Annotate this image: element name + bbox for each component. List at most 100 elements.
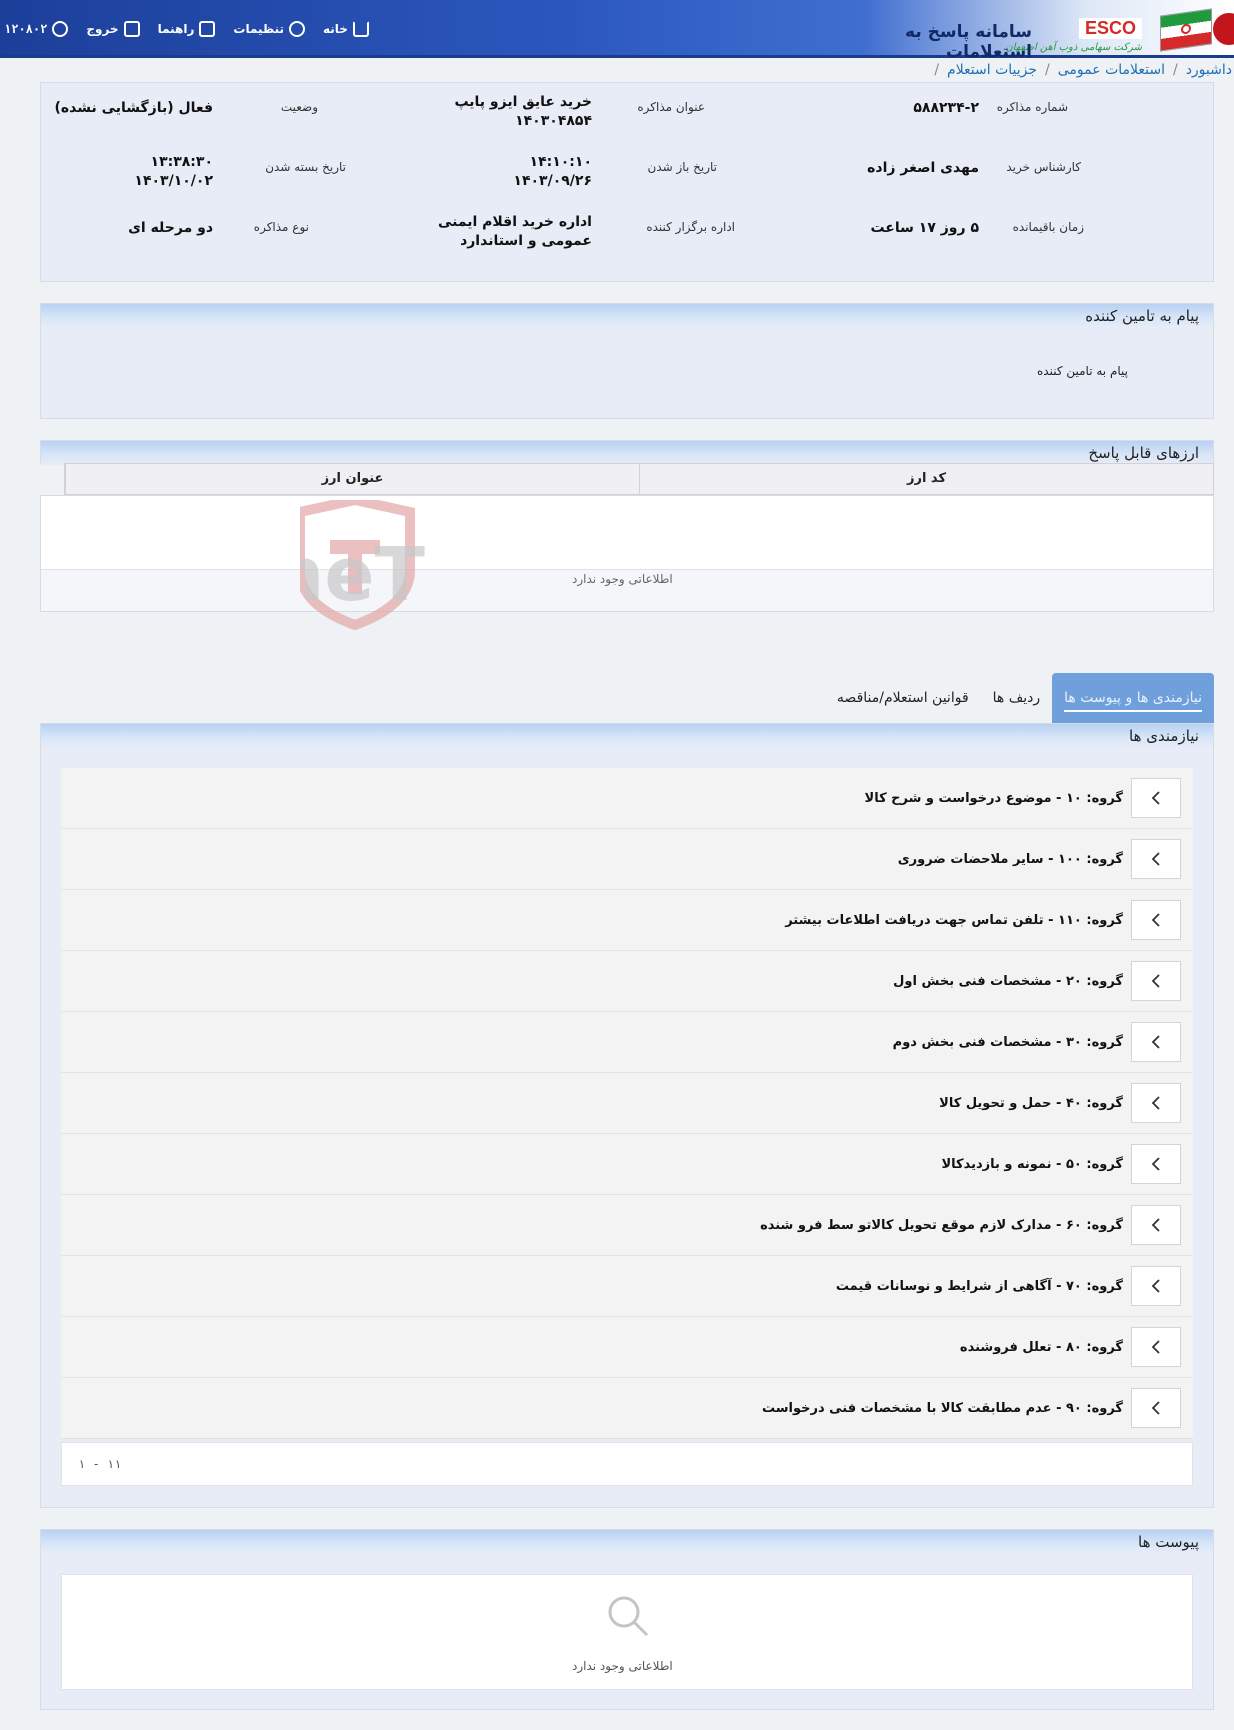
list-item[interactable]: گروه: ۹۰ - عدم مطابقت کالا با مشخصات فنی…	[61, 1378, 1193, 1439]
close-date: ۱۳:۳۸:۳۰ ۱۴۰۳/۱۰/۰۲	[53, 153, 213, 191]
supplier-message-title: پیام به تامین کننده	[41, 304, 1213, 328]
requirement-label: گروه: ۴۰ - حمل و تحویل کالا	[939, 1095, 1123, 1111]
attachments-title: پیوست ها	[41, 1530, 1213, 1554]
expand-button[interactable]	[1131, 1022, 1181, 1062]
buyer-value: مهدی اصغر زاده	[867, 160, 979, 176]
open-date-label: تاریخ باز شدن	[647, 160, 717, 174]
attachments-empty: اطلاعاتی وجود ندارد	[572, 1659, 673, 1673]
requirement-label: گروه: ۲۰ - مشخصات فنی بخش اول	[893, 973, 1123, 989]
chevron-left-icon	[1151, 1096, 1160, 1110]
chevron-left-icon	[1151, 1157, 1160, 1171]
list-item[interactable]: گروه: ۲۰ - مشخصات فنی بخش اول	[61, 951, 1193, 1012]
list-item[interactable]: گروه: ۷۰ - آگاهی از شرایط و نوسانات قیمت	[61, 1256, 1193, 1317]
breadcrumb-inquiry-details[interactable]: جزییات استعلام	[947, 62, 1037, 78]
user-code: ۱۲۰۸۰۲	[4, 22, 48, 36]
top-nav: خانه تنظیمات راهنما خروج ۱۲۰۸۰۲	[0, 0, 369, 58]
breadcrumb-separator: /	[934, 62, 940, 78]
home-link[interactable]: خانه	[323, 21, 369, 37]
logout-link[interactable]: خروج	[86, 21, 140, 37]
tab-requirements-attachments[interactable]: نیازمندی ها و پیوست ها	[1052, 673, 1214, 723]
gear-icon	[289, 21, 305, 37]
pager-range: ۱ - ۱۱	[78, 1457, 122, 1471]
close-time-value: ۱۳:۳۸:۳۰	[150, 154, 213, 170]
app-title: سامانه پاسخ به استعلامات	[905, 22, 1032, 62]
list-item[interactable]: گروه: ۵۰ - نمونه و بازدیدکالا	[61, 1134, 1193, 1195]
list-item[interactable]: گروه: ۱۰۰ - سایر ملاحضات ضروری	[61, 829, 1193, 890]
requirement-label: گروه: ۱۰۰ - سایر ملاحضات ضروری	[897, 851, 1123, 867]
requirements-pager: ۱ - ۱۱	[61, 1442, 1193, 1486]
list-item[interactable]: گروه: ۴۰ - حمل و تحویل کالا	[61, 1073, 1193, 1134]
brand: ESCO شرکت سهامی ذوب آهن اصفهان سامانه پا…	[814, 0, 1234, 62]
requirement-label: گروه: ۷۰ - آگاهی از شرایط و نوسانات قیمت	[835, 1278, 1123, 1294]
type-label: نوع مذاکره	[253, 220, 309, 234]
expand-button[interactable]	[1131, 1327, 1181, 1367]
search-icon	[608, 1596, 649, 1637]
list-item[interactable]: گروه: ۶۰ - مدارک لازم موقع تحویل کالاتو …	[61, 1195, 1193, 1256]
watermark: AriaTender.neT	[0, 494, 900, 631]
expand-button[interactable]	[1131, 1388, 1181, 1428]
negotiation-title-label: عنوان مذاکره	[637, 100, 705, 114]
expand-button[interactable]	[1131, 961, 1181, 1001]
esco-logo-icon	[1210, 10, 1234, 48]
chevron-left-icon	[1151, 1401, 1160, 1415]
column-currency-title[interactable]: عنوان ارز	[65, 464, 639, 494]
list-item[interactable]: گروه: ۸۰ - تعلل فروشنده	[61, 1317, 1193, 1378]
requirements-list: گروه: ۱۰ - موضوع درخواست و شرح کالا گروه:…	[61, 768, 1193, 1439]
inquiry-details: شماره مذاکره ۵۸۸۲۳۴-۲ عنوان مذاکره خرید …	[40, 82, 1214, 282]
chevron-left-icon	[1151, 1035, 1160, 1049]
breadcrumb-separator: /	[1045, 62, 1050, 78]
tab-requirements-label: نیازمندی ها و پیوست ها	[1064, 690, 1202, 712]
negotiation-number-label: شماره مذاکره	[996, 100, 1068, 114]
tab-rules[interactable]: قوانین استعلام/مناقصه	[825, 673, 981, 723]
guide-label: راهنما	[157, 22, 195, 36]
breadcrumb-public-inquiries[interactable]: استعلامات عمومی	[1058, 62, 1165, 78]
remaining-value: ۵ روز ۱۷ ساعت	[870, 220, 979, 236]
iran-flag-icon	[1160, 8, 1212, 52]
tab-rows[interactable]: ردیف ها	[981, 673, 1052, 723]
negotiation-title: خرید عایق ایزو پایپ ۱۴۰۳۰۴۸۵۴	[332, 93, 592, 131]
chevron-left-icon	[1151, 1340, 1160, 1354]
status-value: فعال (بازگشایی نشده)	[54, 100, 213, 116]
requirement-label: گروه: ۵۰ - نمونه و بازدیدکالا	[941, 1156, 1123, 1172]
list-item[interactable]: گروه: ۳۰ - مشخصات فنی بخش دوم	[61, 1012, 1193, 1073]
negotiation-title-line1: خرید عایق ایزو پایپ	[454, 94, 592, 110]
requirement-label: گروه: ۸۰ - تعلل فروشنده	[959, 1339, 1123, 1355]
settings-link[interactable]: تنظیمات	[233, 21, 305, 37]
expand-button[interactable]	[1131, 778, 1181, 818]
expand-button[interactable]	[1131, 1205, 1181, 1245]
breadcrumb-separator: /	[1172, 62, 1178, 78]
chevron-left-icon	[1151, 791, 1160, 805]
tab-rules-label: قوانین استعلام/مناقصه	[836, 690, 969, 706]
breadcrumb: داشبورد / استعلامات عمومی / جزییات استعل…	[0, 60, 1234, 80]
user-menu[interactable]: ۱۲۰۸۰۲	[4, 21, 69, 37]
tab-rows-label: ردیف ها	[992, 690, 1041, 706]
open-date: ۱۴:۱۰:۱۰ ۱۴۰۳/۰۹/۲۶	[392, 153, 592, 191]
requirement-label: گروه: ۱۱۰ - تلفن تماس جهت دریافت اطلاعات…	[785, 912, 1123, 928]
expand-button[interactable]	[1131, 1083, 1181, 1123]
book-icon	[199, 21, 216, 37]
requirement-label: گروه: ۶۰ - مدارک لازم موقع تحویل کالاتو …	[760, 1217, 1123, 1233]
logout-label: خروج	[86, 22, 119, 36]
organizer-line1: اداره خرید اقلام ایمنی	[437, 214, 592, 230]
chevron-left-icon	[1151, 974, 1160, 988]
expand-button[interactable]	[1131, 1144, 1181, 1184]
currencies-empty: اطلاعاتی وجود ندارد	[572, 572, 673, 586]
negotiation-title-line2: ۱۴۰۳۰۴۸۵۴	[515, 113, 592, 129]
currencies-title: ارزهای قابل پاسخ	[41, 441, 1213, 465]
chevron-left-icon	[1151, 913, 1160, 927]
type-value: دو مرحله ای	[128, 220, 213, 236]
chevron-left-icon	[1151, 1218, 1160, 1232]
list-item[interactable]: گروه: ۱۰ - موضوع درخواست و شرح کالا	[61, 768, 1193, 829]
status-label: وضعیت	[280, 100, 318, 114]
remaining-label: زمان باقیمانده	[1012, 220, 1084, 234]
list-item[interactable]: گروه: ۱۱۰ - تلفن تماس جهت دریافت اطلاعات…	[61, 890, 1193, 951]
aria-tender-watermark-icon: AriaTender.neT	[0, 494, 426, 631]
column-currency-code[interactable]: کد ارز	[639, 464, 1213, 494]
guide-link[interactable]: راهنما	[158, 21, 216, 37]
supplier-message-label: پیام به تامین کننده	[1037, 364, 1128, 378]
organizer: اداره خرید اقلام ایمنی عمومی و استاندارد	[372, 213, 592, 251]
expand-button[interactable]	[1131, 900, 1181, 940]
expand-button[interactable]	[1131, 839, 1181, 879]
expand-button[interactable]	[1131, 1266, 1181, 1306]
breadcrumb-dashboard[interactable]: داشبورد	[1186, 62, 1232, 78]
